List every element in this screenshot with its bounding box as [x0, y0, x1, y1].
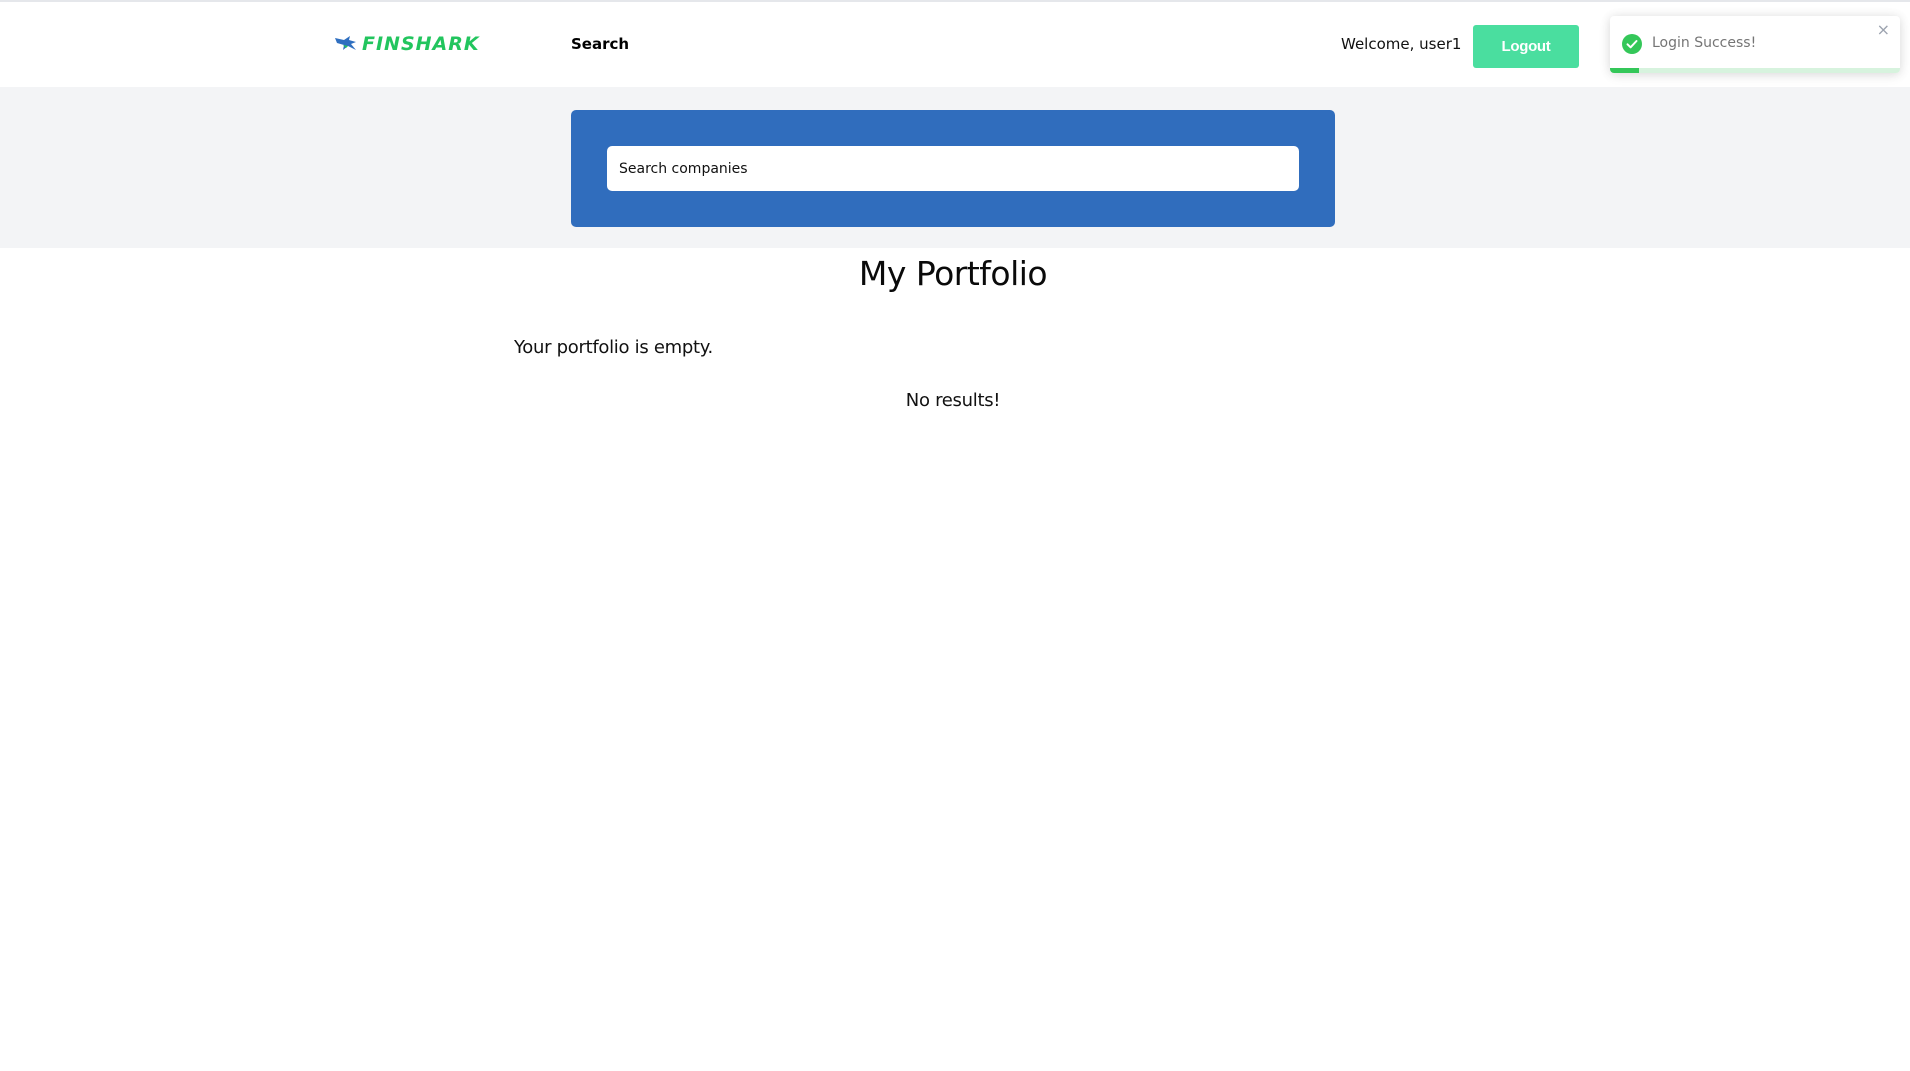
toast-message: Login Success! — [1652, 35, 1757, 51]
toast-progress-track — [1610, 68, 1900, 73]
toast-notification: Login Success! × — [1610, 16, 1900, 73]
search-card — [571, 110, 1335, 227]
toast-progress-bar — [1610, 68, 1639, 73]
nav-search-link[interactable]: Search — [571, 35, 629, 53]
shark-logo-icon — [334, 34, 358, 54]
search-input[interactable] — [607, 146, 1299, 191]
no-results-message: No results! — [905, 390, 1001, 411]
brand-name: FINSHARK — [362, 33, 480, 55]
close-icon[interactable]: × — [1877, 20, 1890, 40]
page-title: My Portfolio — [858, 254, 1048, 293]
portfolio-empty-message: Your portfolio is empty. — [514, 337, 713, 358]
brand-logo[interactable]: FINSHARK — [334, 32, 480, 56]
check-circle-icon — [1622, 34, 1642, 54]
welcome-text: Welcome, user1 — [1341, 35, 1462, 53]
logout-button[interactable]: Logout — [1473, 25, 1579, 68]
